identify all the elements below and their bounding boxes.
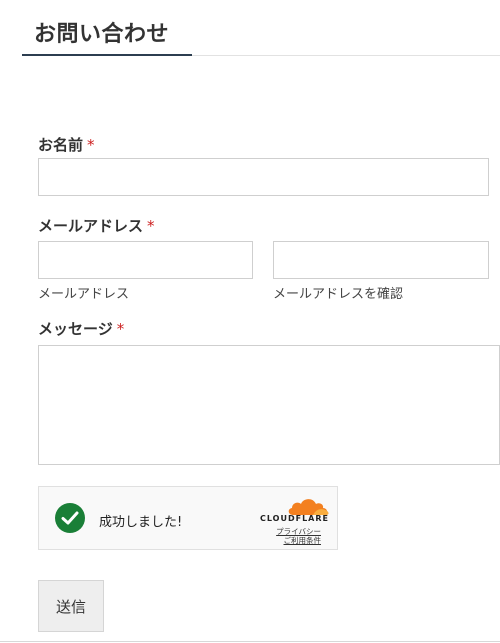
message-label-text: メッセージ <box>38 320 113 338</box>
page-title: お問い合わせ <box>34 22 170 47</box>
name-label: お名前 * <box>38 134 95 155</box>
message-textarea[interactable] <box>38 345 500 465</box>
message-label: メッセージ * <box>38 318 124 339</box>
page-header: お問い合わせ <box>0 0 500 56</box>
cloudflare-logo: CLOUDFLARE <box>260 514 329 523</box>
name-label-text: お名前 <box>38 136 84 154</box>
title-underline <box>22 54 192 56</box>
footer-divider <box>0 641 500 642</box>
submit-button[interactable]: 送信 <box>38 580 104 632</box>
name-input[interactable] <box>38 158 489 196</box>
checkmark-icon <box>55 503 85 533</box>
email-confirm-input[interactable] <box>273 241 489 279</box>
captcha-widget: 成功しました! CLOUDFLARE プライバシー ご利用条件 <box>38 486 338 550</box>
email-label-text: メールアドレス <box>38 217 144 235</box>
email-confirm-sublabel: メールアドレスを確認 <box>273 287 404 302</box>
required-mark: * <box>147 217 155 235</box>
terms-link[interactable]: ご利用条件 <box>231 535 322 546</box>
captcha-status: 成功しました! <box>99 515 183 530</box>
email-label: メールアドレス * <box>38 215 155 236</box>
required-mark: * <box>116 320 125 338</box>
email-sublabel: メールアドレス <box>38 287 130 302</box>
email-input[interactable] <box>38 241 253 279</box>
required-mark: * <box>87 136 95 154</box>
